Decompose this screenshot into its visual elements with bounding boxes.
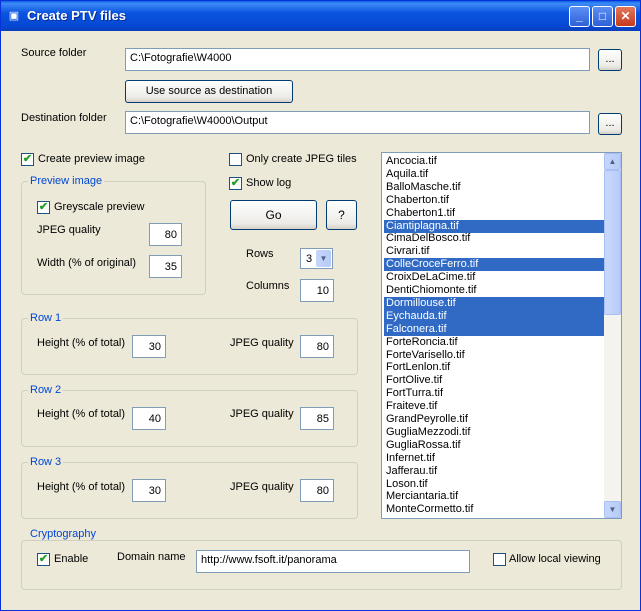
row2-height-input[interactable]: 40	[132, 407, 166, 430]
scroll-thumb[interactable]	[604, 170, 621, 315]
scroll-down-icon[interactable]: ▼	[604, 501, 621, 518]
rows-label: Rows	[246, 248, 274, 260]
crypto-enable-label: Enable	[54, 553, 89, 565]
domain-name-label: Domain name	[117, 551, 186, 563]
file-list-item[interactable]: Chaberton1.tif	[384, 207, 605, 220]
row3-height-input[interactable]: 30	[132, 479, 166, 502]
help-button[interactable]: ?	[326, 200, 357, 230]
crypto-enable-checkbox[interactable]: ✔	[37, 553, 50, 566]
domain-name-input[interactable]: http://www.fsoft.it/panorama	[196, 550, 470, 573]
row3-jpeg-quality-input[interactable]: 80	[300, 479, 334, 502]
row1-jpeg-quality-label: JPEG quality	[230, 337, 294, 349]
destination-folder-label: Destination folder	[21, 112, 107, 124]
file-list-item[interactable]: Chaberton.tif	[384, 194, 605, 207]
cryptography-group-title: Cryptography	[28, 528, 99, 540]
minimize-button[interactable]: _	[569, 6, 590, 27]
source-folder-label: Source folder	[21, 47, 87, 59]
row1-jpeg-quality-input[interactable]: 80	[300, 335, 334, 358]
preview-width-label: Width (% of original)	[37, 257, 137, 269]
greyscale-preview-checkbox[interactable]: ✔	[37, 201, 50, 214]
allow-local-viewing-label: Allow local viewing	[509, 553, 601, 565]
row1-height-input[interactable]: 30	[132, 335, 166, 358]
create-ptv-window: ▣ Create PTV files _ □ ✕ Source folder C…	[0, 0, 641, 611]
maximize-button[interactable]: □	[592, 6, 613, 27]
destination-folder-input[interactable]: C:\Fotografie\W4000\Output	[125, 111, 590, 134]
row3-height-label: Height (% of total)	[37, 481, 126, 493]
file-list-item[interactable]: DentiChiomonte.tif	[384, 284, 605, 297]
row1-height-label: Height (% of total)	[37, 337, 126, 349]
row2-jpeg-quality-label: JPEG quality	[230, 408, 294, 420]
file-list-item[interactable]: Loson.tif	[384, 478, 605, 491]
row2-jpeg-quality-input[interactable]: 85	[300, 407, 334, 430]
file-list-item[interactable]: FortLenlon.tif	[384, 361, 605, 374]
file-list-item[interactable]: CroixDeLaCime.tif	[384, 271, 605, 284]
file-list-scrollbar[interactable]: ▲ ▼	[604, 153, 621, 518]
file-list-item[interactable]: Jafferau.tif	[384, 465, 605, 478]
greyscale-preview-label: Greyscale preview	[54, 201, 145, 213]
window-title: Create PTV files	[27, 8, 126, 23]
file-list-item[interactable]: Fraiteve.tif	[384, 400, 605, 413]
file-list-item[interactable]: Aquila.tif	[384, 168, 605, 181]
file-list-item[interactable]: MonteCormetto.tif	[384, 503, 605, 516]
file-list-item[interactable]: Dormillouse.tif	[384, 296, 605, 310]
preview-jpeg-quality-input[interactable]: 80	[149, 223, 182, 246]
file-list-item[interactable]: Falconera.tif	[384, 322, 605, 336]
file-list-item[interactable]: Ciantiplagna.tif	[384, 219, 605, 233]
file-list-item[interactable]: GugliaMezzodi.tif	[384, 426, 605, 439]
file-list-item[interactable]: GrandPeyrolle.tif	[384, 413, 605, 426]
file-list-item[interactable]: Ancocia.tif	[384, 155, 605, 168]
preview-width-input[interactable]: 35	[149, 255, 182, 278]
file-list-item[interactable]: Eychauda.tif	[384, 309, 605, 323]
rows-select[interactable]: 3 ▼	[300, 248, 333, 269]
file-list[interactable]: Ancocia.tif Aquila.tif BalloMasche.tif Chab…	[381, 152, 622, 519]
title-bar[interactable]: ▣ Create PTV files _ □ ✕	[1, 1, 640, 31]
preview-jpeg-quality-label: JPEG quality	[37, 224, 101, 236]
only-jpeg-tiles-label: Only create JPEG tiles	[246, 153, 357, 165]
row2-height-label: Height (% of total)	[37, 408, 126, 420]
row3-group-title: Row 3	[28, 456, 64, 468]
columns-input[interactable]: 10	[300, 279, 334, 302]
file-list-item[interactable]: GugliaRossa.tif	[384, 439, 605, 452]
file-list-item[interactable]: Civrari.tif	[384, 245, 605, 258]
source-folder-input[interactable]: C:\Fotografie\W4000	[125, 48, 590, 71]
go-button[interactable]: Go	[230, 200, 317, 230]
row2-group-title: Row 2	[28, 384, 64, 396]
file-list-item[interactable]: CimaDelBosco.tif	[384, 232, 605, 245]
scroll-up-icon[interactable]: ▲	[604, 153, 621, 170]
row3-jpeg-quality-label: JPEG quality	[230, 481, 294, 493]
destination-browse-button[interactable]: ...	[598, 113, 622, 135]
file-list-item[interactable]: BalloMasche.tif	[384, 181, 605, 194]
create-preview-checkbox[interactable]: ✔	[21, 153, 34, 166]
create-preview-label: Create preview image	[38, 153, 145, 165]
row1-group-title: Row 1	[28, 312, 64, 324]
rows-select-value: 3	[306, 253, 313, 265]
file-list-item[interactable]: ColleCroceFerro.tif	[384, 258, 605, 272]
file-list-item[interactable]: Merciantaria.tif	[384, 490, 605, 503]
file-list-item[interactable]: FortOlive.tif	[384, 374, 605, 387]
file-list-item[interactable]: FortTurra.tif	[384, 387, 605, 400]
columns-label: Columns	[246, 280, 290, 292]
file-list-item[interactable]: ForteRoncia.tif	[384, 336, 605, 349]
source-browse-button[interactable]: ...	[598, 49, 622, 71]
file-list-item[interactable]: ForteVarisello.tif	[384, 349, 605, 362]
preview-image-group-title: Preview image	[28, 175, 105, 187]
show-log-checkbox[interactable]: ✔	[229, 177, 242, 190]
close-button[interactable]: ✕	[615, 6, 636, 27]
file-list-item[interactable]: Infernet.tif	[384, 452, 605, 465]
only-jpeg-tiles-checkbox[interactable]: ✔	[229, 153, 242, 166]
use-source-as-destination-button[interactable]: Use source as destination	[125, 80, 293, 103]
allow-local-viewing-checkbox[interactable]: ✔	[493, 553, 506, 566]
chevron-down-icon[interactable]: ▼	[316, 250, 331, 267]
document-icon: ▣	[8, 10, 20, 22]
show-log-label: Show log	[246, 177, 292, 189]
